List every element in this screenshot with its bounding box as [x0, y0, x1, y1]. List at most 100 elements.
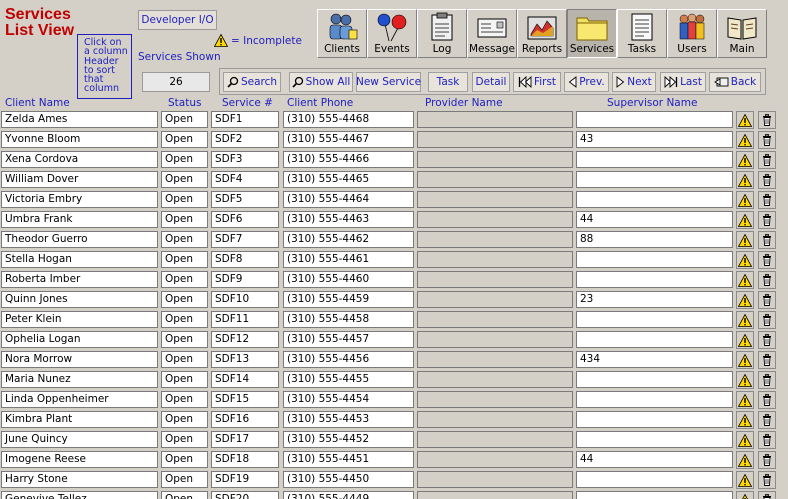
last-button[interactable]: Last — [660, 72, 706, 92]
provider-name-cell[interactable] — [417, 251, 573, 268]
table-row[interactable]: Roberta Imber Open SDF9 (310) 555-4460 — [0, 270, 788, 290]
client-phone-cell[interactable]: (310) 555-4449 — [283, 491, 414, 499]
nav-log-button[interactable]: Log — [417, 9, 467, 58]
table-row[interactable]: June Quincy Open SDF17 (310) 555-4452 — [0, 430, 788, 450]
client-phone-cell[interactable]: (310) 555-4456 — [283, 351, 414, 368]
table-row[interactable]: Quinn Jones Open SDF10 (310) 555-4459 23 — [0, 290, 788, 310]
provider-name-cell[interactable] — [417, 451, 573, 468]
nav-events-button[interactable]: Events — [367, 9, 417, 58]
table-row[interactable]: Xena Cordova Open SDF3 (310) 555-4466 — [0, 150, 788, 170]
status-cell[interactable]: Open — [161, 211, 208, 228]
supervisor-name-cell[interactable] — [576, 151, 733, 168]
client-name-cell[interactable]: Stella Hogan — [1, 251, 158, 268]
detail-button[interactable]: Detail — [472, 72, 510, 92]
client-phone-cell[interactable]: (310) 555-4462 — [283, 231, 414, 248]
client-phone-cell[interactable]: (310) 555-4463 — [283, 211, 414, 228]
service-number-cell[interactable]: SDF17 — [211, 431, 279, 448]
supervisor-name-cell[interactable] — [576, 311, 733, 328]
header-provider-name[interactable]: Provider Name — [425, 97, 503, 109]
new-service-button[interactable]: New Service — [356, 72, 421, 92]
header-supervisor-name[interactable]: Supervisor Name — [607, 97, 697, 109]
provider-name-cell[interactable] — [417, 491, 573, 499]
table-row[interactable]: Stella Hogan Open SDF8 (310) 555-4461 — [0, 250, 788, 270]
client-name-cell[interactable]: Kimbra Plant — [1, 411, 158, 428]
provider-name-cell[interactable] — [417, 191, 573, 208]
incomplete-warning-icon[interactable] — [736, 311, 754, 329]
nav-users-button[interactable]: Users — [667, 9, 717, 58]
service-number-cell[interactable]: SDF13 — [211, 351, 279, 368]
supervisor-name-cell[interactable]: 44 — [576, 451, 733, 468]
status-cell[interactable]: Open — [161, 411, 208, 428]
client-name-cell[interactable]: Theodor Guerro — [1, 231, 158, 248]
incomplete-warning-icon[interactable] — [736, 251, 754, 269]
show-all-button[interactable]: Show All — [289, 72, 353, 92]
incomplete-warning-icon[interactable] — [736, 131, 754, 149]
supervisor-name-cell[interactable] — [576, 431, 733, 448]
client-name-cell[interactable]: Roberta Imber — [1, 271, 158, 288]
status-cell[interactable]: Open — [161, 391, 208, 408]
supervisor-name-cell[interactable] — [576, 191, 733, 208]
status-cell[interactable]: Open — [161, 291, 208, 308]
delete-trash-icon[interactable] — [758, 271, 776, 289]
provider-name-cell[interactable] — [417, 131, 573, 148]
incomplete-warning-icon[interactable] — [736, 231, 754, 249]
client-phone-cell[interactable]: (310) 555-4457 — [283, 331, 414, 348]
status-cell[interactable]: Open — [161, 351, 208, 368]
delete-trash-icon[interactable] — [758, 191, 776, 209]
client-phone-cell[interactable]: (310) 555-4454 — [283, 391, 414, 408]
delete-trash-icon[interactable] — [758, 251, 776, 269]
provider-name-cell[interactable] — [417, 411, 573, 428]
prev-button[interactable]: Prev. — [564, 72, 609, 92]
provider-name-cell[interactable] — [417, 351, 573, 368]
table-row[interactable]: Kimbra Plant Open SDF16 (310) 555-4453 — [0, 410, 788, 430]
client-name-cell[interactable]: Nora Morrow — [1, 351, 158, 368]
incomplete-warning-icon[interactable] — [736, 411, 754, 429]
nav-reports-button[interactable]: Reports — [517, 9, 567, 58]
service-number-cell[interactable]: SDF9 — [211, 271, 279, 288]
nav-message-button[interactable]: Message — [467, 9, 517, 58]
status-cell[interactable]: Open — [161, 171, 208, 188]
incomplete-warning-icon[interactable] — [736, 191, 754, 209]
provider-name-cell[interactable] — [417, 471, 573, 488]
incomplete-warning-icon[interactable] — [736, 451, 754, 469]
status-cell[interactable]: Open — [161, 151, 208, 168]
incomplete-warning-icon[interactable] — [736, 291, 754, 309]
service-number-cell[interactable]: SDF18 — [211, 451, 279, 468]
table-row[interactable]: Genevive Tellez Open SDF20 (310) 555-4449 — [0, 490, 788, 499]
service-number-cell[interactable]: SDF14 — [211, 371, 279, 388]
client-name-cell[interactable]: Genevive Tellez — [1, 491, 158, 499]
client-name-cell[interactable]: Peter Klein — [1, 311, 158, 328]
client-name-cell[interactable]: Umbra Frank — [1, 211, 158, 228]
incomplete-warning-icon[interactable] — [736, 471, 754, 489]
client-phone-cell[interactable]: (310) 555-4465 — [283, 171, 414, 188]
provider-name-cell[interactable] — [417, 111, 573, 128]
nav-clients-button[interactable]: Clients — [317, 9, 367, 58]
back-button[interactable]: Back — [709, 72, 761, 92]
supervisor-name-cell[interactable] — [576, 171, 733, 188]
developer-io-button[interactable]: Developer I/O — [138, 10, 217, 30]
supervisor-name-cell[interactable] — [576, 411, 733, 428]
table-row[interactable]: Victoria Embry Open SDF5 (310) 555-4464 — [0, 190, 788, 210]
client-phone-cell[interactable]: (310) 555-4468 — [283, 111, 414, 128]
status-cell[interactable]: Open — [161, 371, 208, 388]
service-number-cell[interactable]: SDF11 — [211, 311, 279, 328]
delete-trash-icon[interactable] — [758, 451, 776, 469]
table-row[interactable]: William Dover Open SDF4 (310) 555-4465 — [0, 170, 788, 190]
status-cell[interactable]: Open — [161, 491, 208, 499]
table-row[interactable]: Nora Morrow Open SDF13 (310) 555-4456 434 — [0, 350, 788, 370]
delete-trash-icon[interactable] — [758, 231, 776, 249]
supervisor-name-cell[interactable] — [576, 471, 733, 488]
client-name-cell[interactable]: Ophelia Logan — [1, 331, 158, 348]
client-name-cell[interactable]: Quinn Jones — [1, 291, 158, 308]
client-name-cell[interactable]: Linda Oppenheimer — [1, 391, 158, 408]
table-row[interactable]: Imogene Reese Open SDF18 (310) 555-4451 44 — [0, 450, 788, 470]
table-row[interactable]: Theodor Guerro Open SDF7 (310) 555-4462 88 — [0, 230, 788, 250]
client-phone-cell[interactable]: (310) 555-4453 — [283, 411, 414, 428]
delete-trash-icon[interactable] — [758, 491, 776, 499]
table-row[interactable]: Linda Oppenheimer Open SDF15 (310) 555-4454 — [0, 390, 788, 410]
service-number-cell[interactable]: SDF8 — [211, 251, 279, 268]
status-cell[interactable]: Open — [161, 271, 208, 288]
incomplete-warning-icon[interactable] — [736, 111, 754, 129]
client-phone-cell[interactable]: (310) 555-4450 — [283, 471, 414, 488]
delete-trash-icon[interactable] — [758, 171, 776, 189]
